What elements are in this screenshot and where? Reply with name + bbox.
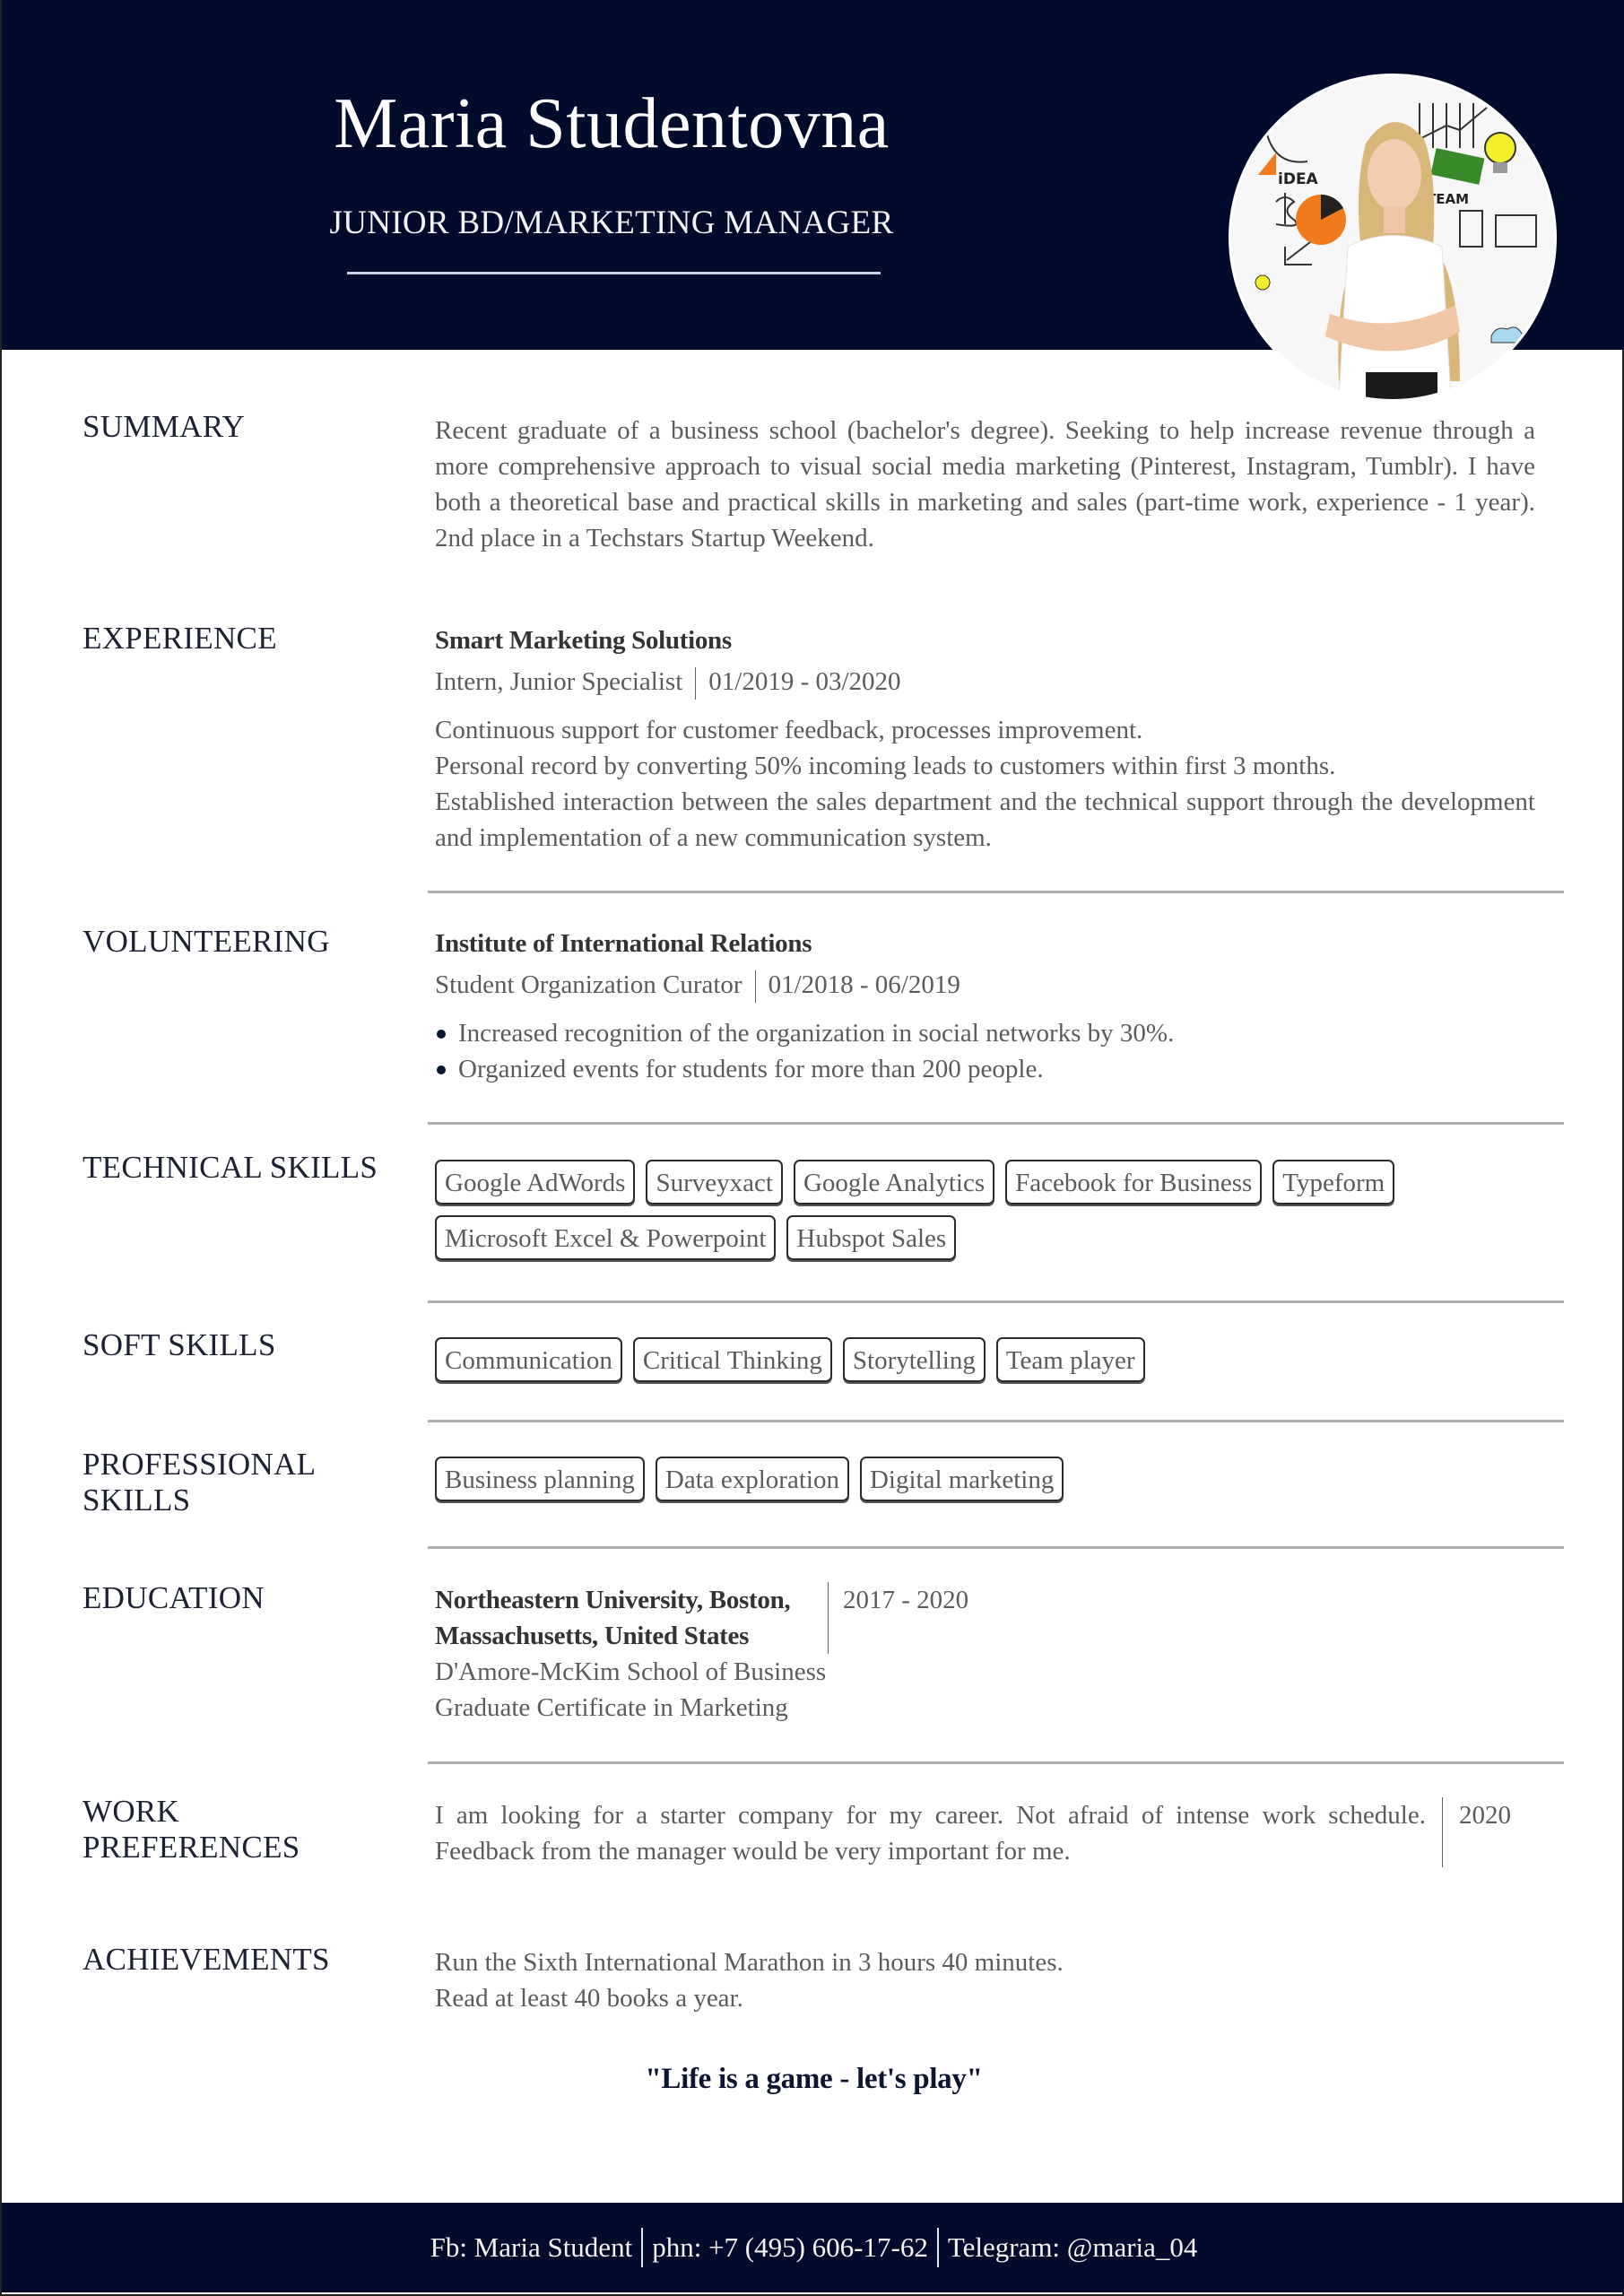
skill-tag: Communication	[435, 1337, 622, 1382]
summary-text: Recent graduate of a business school (ba…	[435, 416, 1535, 552]
skill-tag: Critical Thinking	[632, 1337, 832, 1382]
contact-footer: Fb: Maria Student phn: +7 (495) 606-17-6…	[2, 2203, 1624, 2292]
section-divider	[428, 1546, 1564, 1549]
meta-separator	[754, 970, 756, 1004]
section-divider	[428, 1761, 1564, 1764]
university-line: Massachusetts, United States	[435, 1622, 750, 1650]
skill-tag: Typeform	[1272, 1160, 1395, 1205]
meta-separator	[1442, 1797, 1443, 1867]
section-label-technical-skills: TECHNICAL SKILLS	[83, 1150, 378, 1185]
skill-tag: Surveyxact	[646, 1160, 783, 1205]
bullet-icon	[437, 1065, 446, 1075]
work-preferences-text: I am looking for a starter company for m…	[435, 1801, 1426, 1866]
footer-separator	[641, 2228, 644, 2267]
header-divider	[347, 272, 881, 274]
label-line: PROFESSIONAL	[83, 1447, 317, 1482]
profile-photo-illustration: iDEA TEAM	[1231, 76, 1554, 399]
experience-meta: Intern, Junior Specialist 01/2019 - 03/20…	[435, 664, 1535, 700]
section-label-professional-skills: PROFESSIONAL SKILLS	[83, 1447, 405, 1518]
university-line: Northeastern University, Boston,	[435, 1586, 791, 1614]
volunteering-dates: 01/2018 - 06/2019	[768, 970, 960, 999]
motto-quote: "Life is a game - let's play"	[645, 2063, 983, 2095]
job-title: JUNIOR BD/MARKETING MANAGER	[329, 204, 894, 241]
skill-tag: Google AdWords	[435, 1160, 636, 1205]
volunteering-role: Student Organization Curator	[435, 970, 743, 999]
education-program: Graduate Certificate in Marketing	[435, 1693, 788, 1722]
resume-page: Maria Studentovna JUNIOR BD/MARKETING MA…	[0, 0, 1624, 2296]
label-line: PREFERENCES	[83, 1830, 300, 1865]
section-label-achievements: ACHIEVEMENTS	[83, 1942, 330, 1977]
education-university: Northeastern University, Boston, Massach…	[435, 1582, 821, 1654]
experience-description: Continuous support for customer feedback…	[435, 712, 1535, 856]
skill-tag: Digital marketing	[859, 1457, 1064, 1501]
label-line: SKILLS	[83, 1483, 191, 1518]
svg-text:iDEA: iDEA	[1278, 170, 1319, 188]
skill-tag: Team player	[995, 1337, 1145, 1382]
section-label-work-preferences: WORK PREFERENCES	[83, 1794, 405, 1866]
skill-tag: Google Analytics	[793, 1160, 995, 1205]
experience-line: Established interaction between the sale…	[435, 787, 1535, 853]
bullet-text: Increased recognition of the organizatio…	[458, 1019, 1175, 1048]
achievement-line: Read at least 40 books a year.	[435, 1984, 743, 2013]
candidate-name: Maria Studentovna	[334, 84, 890, 163]
work-preferences-year: 2020	[1459, 1801, 1511, 1830]
professional-skill-tags: Business planning Data exploration Digit…	[435, 1457, 1535, 1501]
meta-separator	[695, 667, 697, 700]
experience-line: Personal record by converting 50% incomi…	[435, 752, 1336, 781]
section-label-soft-skills: SOFT SKILLS	[83, 1327, 276, 1362]
education-header: Northeastern University, Boston, Massach…	[435, 1582, 1535, 1654]
bullet-icon	[437, 1030, 446, 1039]
experience-dates: 01/2019 - 03/2020	[708, 667, 901, 696]
section-divider	[428, 891, 1564, 893]
skill-tag: Storytelling	[842, 1337, 986, 1382]
work-preferences-row: I am looking for a starter company for m…	[435, 1797, 1535, 1869]
label-line: WORK	[83, 1794, 180, 1829]
skill-tag: Hubspot Sales	[786, 1215, 957, 1260]
section-label-summary: SUMMARY	[83, 409, 246, 444]
skill-tag: Facebook for Business	[1005, 1160, 1263, 1205]
skill-tag: Microsoft Excel & Powerpoint	[435, 1215, 777, 1260]
bullet-text: Organized events for students for more t…	[458, 1055, 1044, 1084]
education-dates: 2017 - 2020	[843, 1586, 969, 1614]
section-label-education: EDUCATION	[83, 1580, 265, 1615]
achievement-line: Run the Sixth International Marathon in …	[435, 1948, 1064, 1977]
facebook-contact[interactable]: Fb: Maria Student	[430, 2231, 633, 2264]
bullet-item: Organized events for students for more t…	[435, 1051, 1535, 1087]
bullet-item: Increased recognition of the organizatio…	[435, 1015, 1535, 1051]
experience-line: Continuous support for customer feedback…	[435, 716, 1143, 745]
skill-tag: Data exploration	[655, 1457, 849, 1501]
volunteering-org: Institute of International Relations	[435, 929, 812, 958]
profile-photo: iDEA TEAM	[1229, 74, 1557, 402]
experience-role: Intern, Junior Specialist	[435, 667, 683, 696]
technical-skill-tags: Google AdWords Surveyxact Google Analyti…	[435, 1160, 1535, 1260]
education-school: D'Amore-McKim School of Business	[435, 1657, 827, 1686]
volunteering-meta: Student Organization Curator 01/2018 - 06…	[435, 967, 1535, 1004]
meta-separator	[828, 1582, 829, 1654]
soft-skill-tags: Communication Critical Thinking Storytel…	[435, 1337, 1535, 1382]
phone-contact[interactable]: phn: +7 (495) 606-17-62	[652, 2231, 928, 2264]
section-label-volunteering: VOLUNTEERING	[83, 924, 330, 959]
experience-company: Smart Marketing Solutions	[435, 626, 732, 655]
section-label-experience: EXPERIENCE	[83, 621, 277, 656]
section-divider	[428, 1420, 1564, 1422]
telegram-contact[interactable]: Telegram: @maria_04	[948, 2231, 1198, 2264]
volunteering-bullets: Increased recognition of the organizatio…	[435, 1015, 1535, 1087]
skill-tag: Business planning	[435, 1457, 645, 1501]
section-divider	[428, 1122, 1564, 1125]
section-divider	[428, 1300, 1564, 1303]
footer-separator	[936, 2228, 939, 2267]
